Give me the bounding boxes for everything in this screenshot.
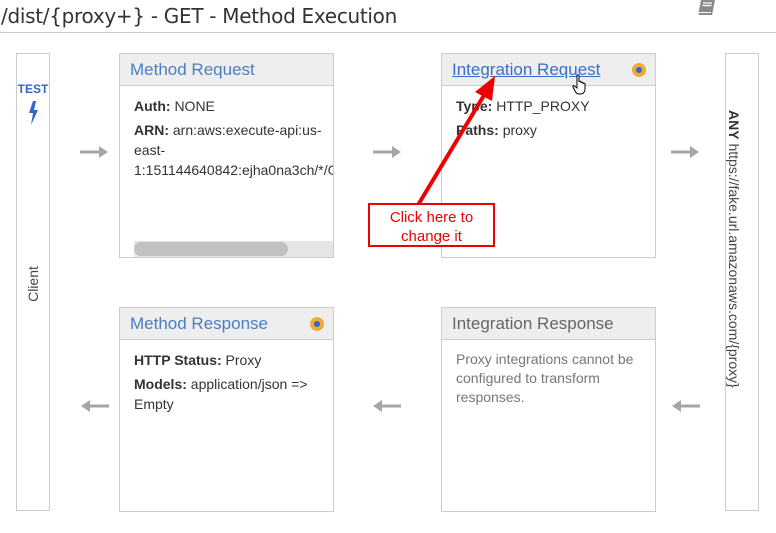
type-value: HTTP_PROXY — [496, 98, 590, 114]
method-request-link[interactable]: Method Request — [130, 60, 255, 80]
arrow-left-icon — [672, 400, 700, 412]
arrow-left-icon — [373, 400, 401, 412]
integration-response-card: Integration Response Proxy integrations … — [441, 307, 656, 512]
auth-row: Auth: NONE — [134, 98, 215, 114]
method-response-card: Method Response HTTP Status: Proxy Model… — [119, 307, 334, 512]
arrow-right-icon — [373, 146, 401, 158]
client-panel: TEST Client — [16, 53, 50, 511]
endpoint-url: https://fake.url.amazonaws.com/{proxy} — [726, 143, 742, 388]
arrow-right-icon — [80, 146, 108, 158]
lightning-bolt-icon[interactable] — [26, 101, 40, 125]
scrollbar-thumb[interactable] — [134, 242, 288, 256]
http-status-row: HTTP Status: Proxy — [134, 352, 262, 368]
models-row: Models: application/json => Empty — [134, 376, 308, 412]
arrow-left-icon — [81, 400, 109, 412]
title-divider — [0, 32, 776, 33]
method-response-header: Method Response — [120, 308, 333, 340]
book-icon[interactable] — [697, 0, 717, 16]
integration-response-message: Proxy integrations cannot be configured … — [456, 351, 634, 405]
hand-cursor-icon — [572, 74, 586, 95]
endpoint-method: ANY — [726, 110, 742, 140]
annotation-arrow — [416, 76, 495, 207]
page-title: /dist/{proxy+} - GET - Method Execution — [1, 4, 397, 28]
paths-value: proxy — [502, 122, 537, 138]
arrow-right-icon — [671, 146, 699, 158]
client-label: Client — [25, 266, 41, 302]
annotation-callout: Click here to change it — [368, 203, 495, 247]
integration-response-header: Integration Response — [442, 308, 655, 340]
integration-request-header: Integration Request — [442, 54, 655, 86]
test-button[interactable]: TEST — [17, 82, 49, 96]
endpoint-label: ANY https://fake.url.amazonaws.com/{prox… — [726, 110, 742, 510]
horizontal-scrollbar[interactable] — [134, 241, 333, 257]
integration-response-title: Integration Response — [452, 314, 614, 333]
status-dot-icon — [310, 317, 324, 331]
arn-row: ARN: arn:aws:execute-api:us- east- 1:151… — [134, 122, 333, 178]
method-response-link[interactable]: Method Response — [130, 314, 268, 334]
method-request-card: Method Request Auth: NONE ARN: arn:aws:e… — [119, 53, 334, 258]
status-dot-icon — [632, 63, 646, 77]
endpoint-panel: ANY https://fake.url.amazonaws.com/{prox… — [725, 53, 759, 511]
auth-value: NONE — [174, 98, 215, 114]
paths-row: Paths: proxy — [456, 122, 537, 138]
method-request-header: Method Request — [120, 54, 333, 86]
type-row: Type: HTTP_PROXY — [456, 98, 590, 114]
